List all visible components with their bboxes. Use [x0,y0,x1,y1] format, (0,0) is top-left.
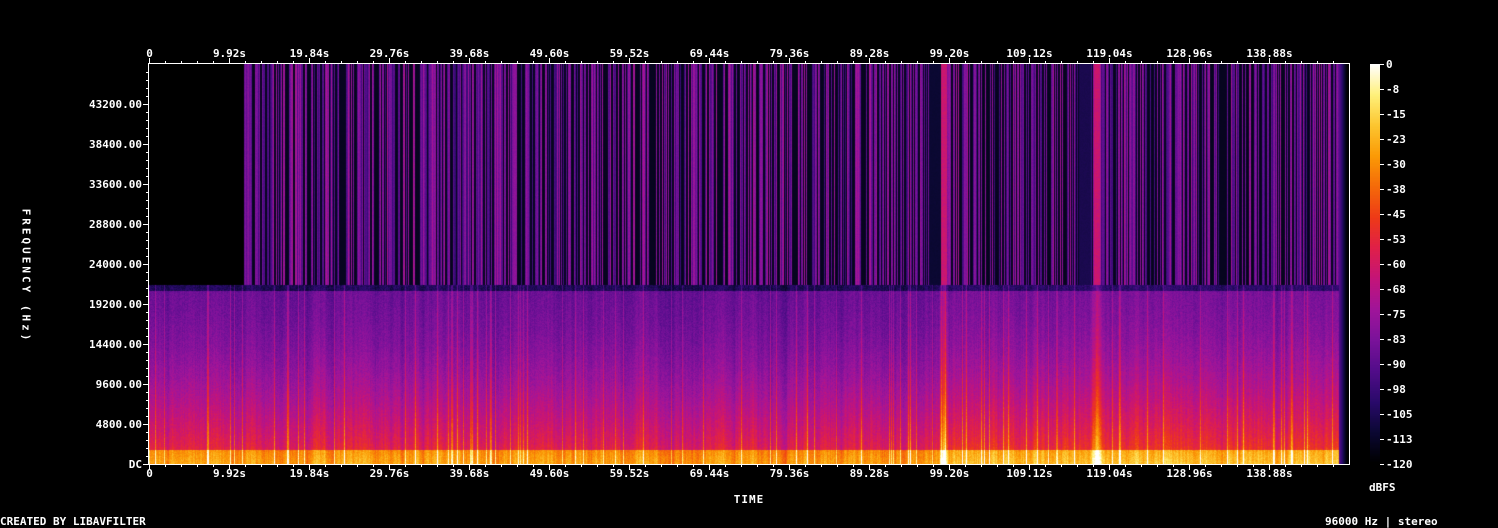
x-tick-top-label: 0 [146,47,153,60]
x-tick-bottom-label: 99.20s [929,467,970,480]
x-tick-bottom-label: 128.96s [1166,467,1213,480]
x-tick-top-label: 119.04s [1086,47,1133,60]
colorbar-tick-label: -98 [1386,382,1406,396]
y-tick-label: 28800.00 [89,217,142,231]
colorbar-tick-label: 0 [1386,57,1393,71]
x-tick-bottom-label: 89.28s [849,467,890,480]
y-tick-label: 14400.00 [89,337,142,351]
x-tick-bottom-label: 119.04s [1086,467,1133,480]
x-tick-top-label: 99.20s [929,47,970,60]
x-tick-bottom-label: 59.52s [609,467,650,480]
y-tick-label: 19200.00 [89,297,142,311]
y-tick-label: DC [128,457,142,471]
x-axis-label: TIME [733,493,765,506]
x-tick-bottom-label: 69.44s [689,467,730,480]
colorbar-tick-label: -23 [1386,132,1406,146]
x-tick-bottom-label: 79.36s [769,467,810,480]
colorbar-tick-label: -60 [1386,257,1406,271]
colorbar-tick-label: -8 [1386,82,1400,96]
x-tick-top-label: 138.88s [1246,47,1293,60]
colorbar-tick-label: -53 [1386,232,1406,246]
x-tick-bottom-label: 109.12s [1006,467,1053,480]
x-tick-top-label: 109.12s [1006,47,1053,60]
x-tick-bottom-label: 9.92s [212,467,247,480]
x-tick-bottom-label: 49.60s [529,467,570,480]
x-tick-top-label: 59.52s [609,47,650,60]
colorbar-tick-label: -113 [1386,432,1413,446]
x-tick-top-label: 19.84s [289,47,330,60]
x-tick-top-label: 79.36s [769,47,810,60]
spectrogram-plot-area [149,64,1349,464]
x-tick-bottom-label: 19.84s [289,467,330,480]
x-tick-bottom-label: 138.88s [1246,467,1293,480]
x-tick-top-label: 89.28s [849,47,890,60]
footer-credit: CREATED BY LIBAVFILTER [0,515,146,528]
x-tick-top-label: 128.96s [1166,47,1213,60]
colorbar-tick-label: -45 [1386,207,1406,221]
y-tick-label: 24000.00 [89,257,142,271]
footer-format: 96000 Hz | stereo [1325,515,1438,528]
y-tick-label: 9600.00 [95,377,142,391]
y-axis-label: FREQUENCY (Hz) [19,208,33,344]
y-tick-label: 38400.00 [89,137,142,151]
colorbar-tick-label: -15 [1386,107,1406,121]
colorbar-tick-label: -105 [1386,407,1413,421]
x-tick-top-label: 29.76s [369,47,410,60]
x-tick-top-label: 9.92s [212,47,247,60]
x-tick-top-label: 69.44s [689,47,730,60]
colorbar-tick-label: -90 [1386,357,1406,371]
y-tick-label: 4800.00 [95,417,142,431]
colorbar-tick-label: -68 [1386,282,1406,296]
y-tick-label: 33600.00 [89,177,142,191]
colorbar-tick-label: -38 [1386,182,1406,196]
colorbar [1370,64,1380,464]
x-tick-top-label: 39.68s [449,47,490,60]
x-tick-top-label: 49.60s [529,47,570,60]
y-tick-label: 43200.00 [89,97,142,111]
x-tick-bottom-label: 29.76s [369,467,410,480]
colorbar-unit: dBFS [1369,481,1396,494]
x-tick-bottom-label: 39.68s [449,467,490,480]
x-tick-bottom-label: 0 [146,467,153,480]
colorbar-tick-label: -83 [1386,332,1406,346]
colorbar-tick-label: -75 [1386,307,1406,321]
colorbar-tick-label: -120 [1386,457,1413,471]
colorbar-tick-label: -30 [1386,157,1406,171]
